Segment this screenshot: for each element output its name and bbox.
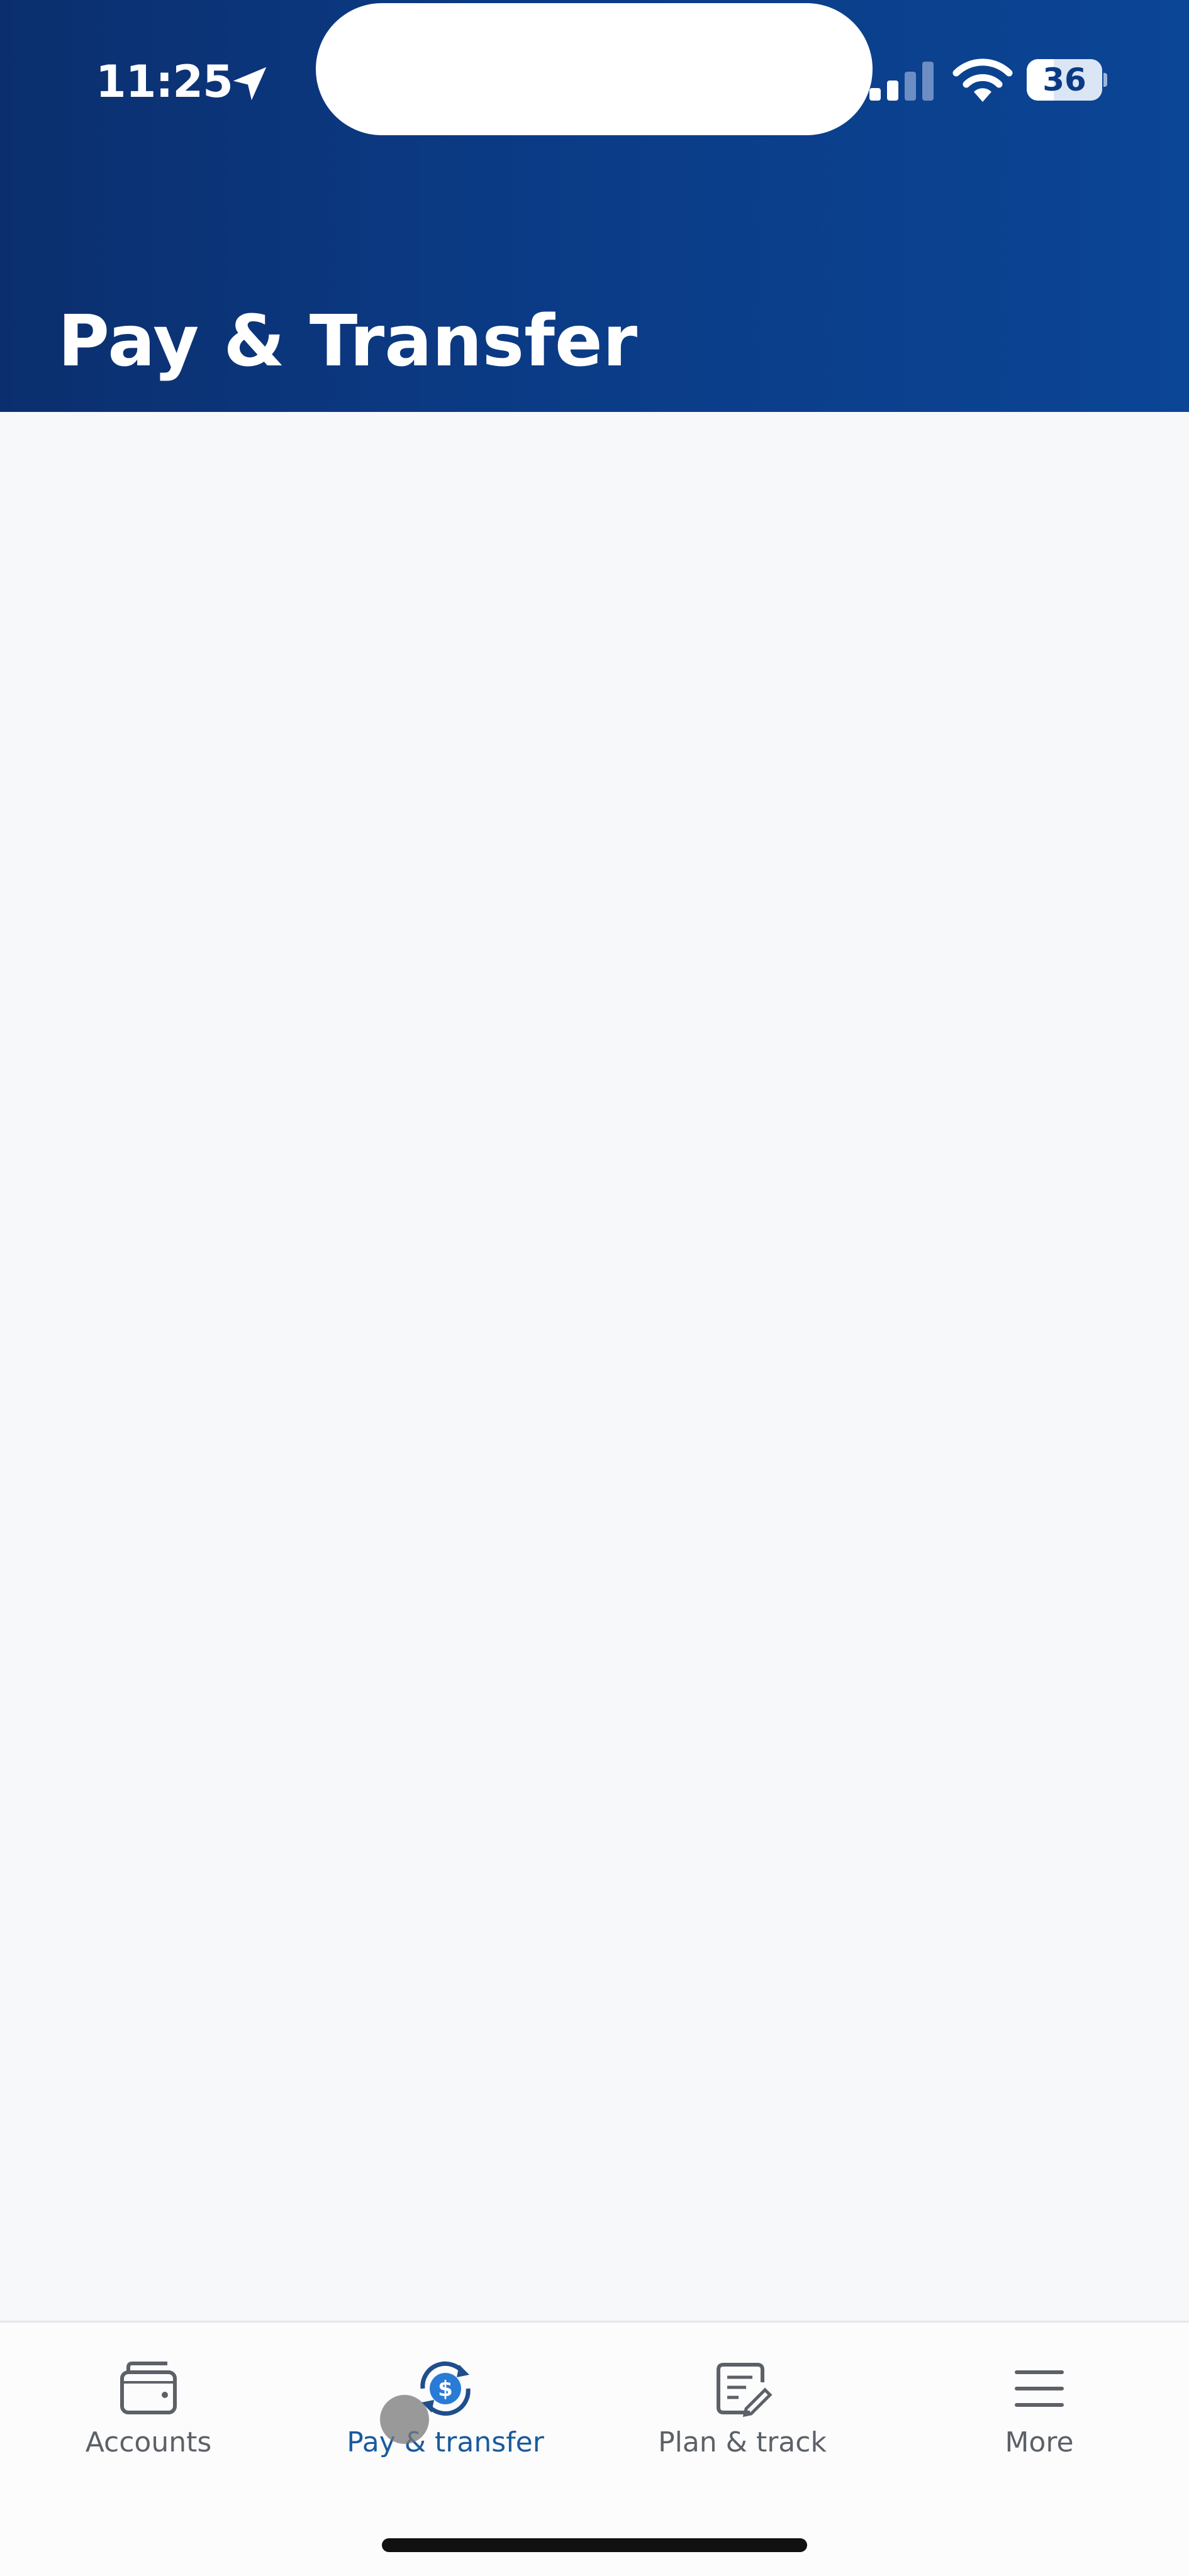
cellular-signal-icon xyxy=(869,62,934,101)
page-title: Pay & Transfer xyxy=(58,301,638,382)
tab-label: Accounts xyxy=(85,2426,212,2458)
tab-label: Pay & transfer xyxy=(347,2426,544,2458)
app-header: 11:25 36 Pay & Transfer xyxy=(0,0,1189,412)
tab-label: More xyxy=(1005,2426,1074,2458)
battery-level: 36 xyxy=(1042,62,1086,98)
tab-pay-transfer[interactable]: $ Pay & transfer xyxy=(297,2357,594,2483)
tab-accounts[interactable]: Accounts xyxy=(0,2357,297,2483)
main-content xyxy=(0,412,1189,2321)
tab-label: Plan & track xyxy=(658,2426,827,2458)
tab-plan-track[interactable]: Plan & track xyxy=(594,2357,891,2483)
tab-more[interactable]: More xyxy=(891,2357,1188,2483)
home-indicator[interactable] xyxy=(382,2538,807,2552)
hamburger-menu-icon xyxy=(1015,2370,1064,2407)
screen: 11:25 36 Pay & Transfer Accounts $ Pay &… xyxy=(0,0,1189,2576)
battery-tip xyxy=(1103,73,1107,87)
notepad-pencil-icon xyxy=(717,2363,773,2418)
svg-text:$: $ xyxy=(438,2377,453,2402)
touch-indicator xyxy=(380,2395,429,2444)
wifi-icon xyxy=(952,58,1013,102)
status-time: 11:25 xyxy=(96,56,233,108)
location-arrow-icon xyxy=(233,67,267,101)
battery-indicator: 36 xyxy=(1027,59,1107,101)
status-bar: 11:25 36 xyxy=(0,0,1189,157)
battery-body: 36 xyxy=(1027,59,1102,101)
dynamic-island xyxy=(316,3,873,135)
wallet-icon xyxy=(120,2362,177,2414)
